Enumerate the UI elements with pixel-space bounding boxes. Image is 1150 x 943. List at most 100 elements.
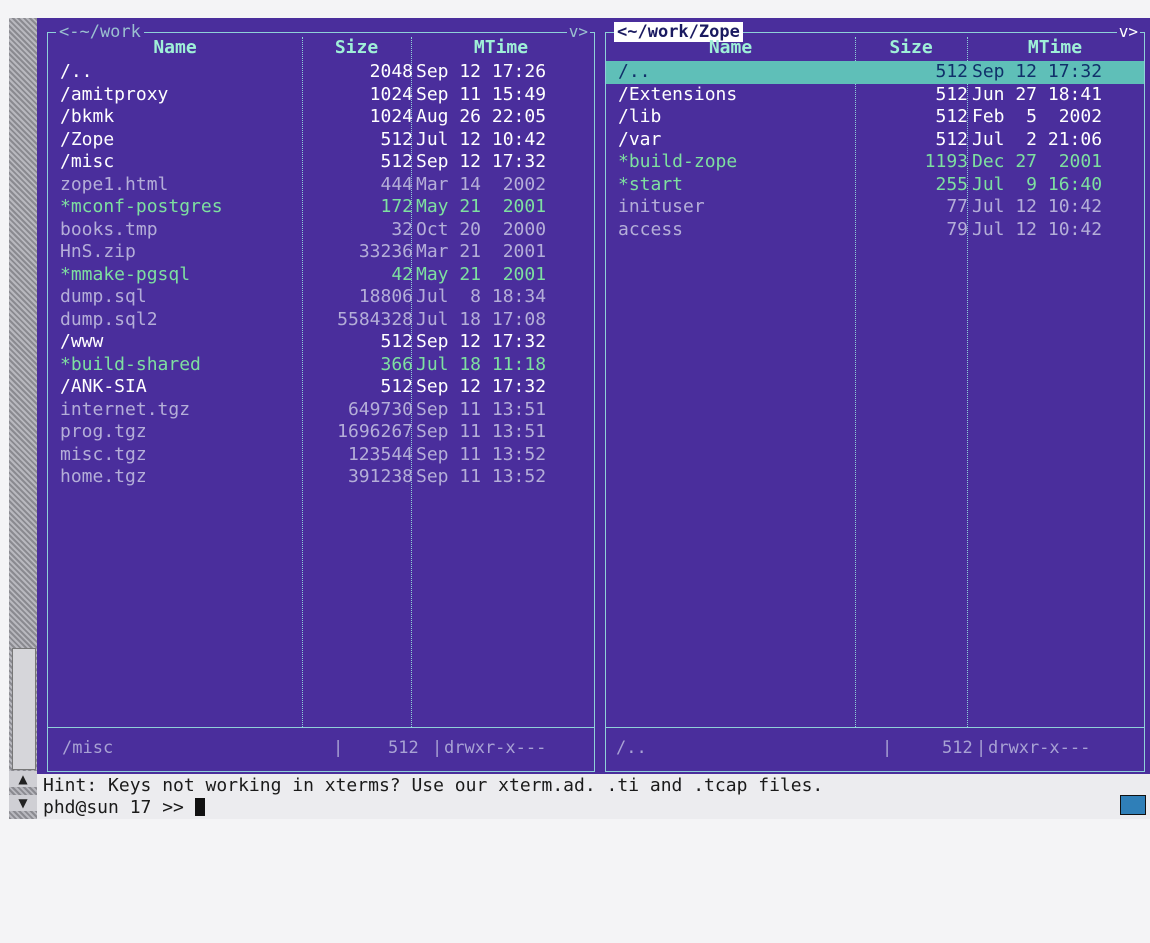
file-name: /.. [60,61,93,82]
file-name: *mmake-pgsql [60,263,191,285]
file-size: 32 [391,218,413,240]
file-row[interactable]: /misc 512 Sep 12 17:32 [48,151,594,174]
file-row[interactable]: internet.tgz 649730 Sep 11 13:51 [48,399,594,422]
status-permissions: drwxr-x--- [988,738,1091,758]
file-size: 18806 [358,286,413,307]
shell-prompt[interactable]: phd@sun 17 >> [43,797,205,819]
file-mtime: Sep 11 15:49 [416,83,547,105]
file-size: 1024 [369,106,413,127]
file-name: internet.tgz [60,398,191,420]
file-row[interactable]: dump.sql 18806 Jul 8 18:34 [48,286,594,309]
file-size: 172 [380,196,413,217]
file-mtime: Sep 11 13:51 [416,398,547,420]
file-row[interactable]: /Zope 512 Jul 12 10:42 [48,129,594,152]
file-name: zope1.html [60,173,169,195]
file-row[interactable]: /.. 2048 Sep 12 17:26 [48,61,594,84]
prompt-text: phd@sun 17 >> [43,797,195,818]
status-sep-bar: | [882,738,893,758]
file-size: 2048 [369,61,413,82]
file-mtime: Jul 12 10:42 [416,128,547,150]
file-mtime: Sep 12 17:26 [416,61,547,82]
file-row[interactable]: HnS.zip 33236 Mar 21 2001 [48,241,594,264]
file-name: dump.sql [60,286,147,307]
terminal-corner-icon[interactable] [1120,795,1146,815]
file-mtime: Dec 27 2001 [972,151,1103,172]
file-size: 77 [946,196,968,217]
file-row[interactable]: *build-zope 1193 Dec 27 2001 [606,151,1144,174]
mtime-column-header[interactable]: MTime [411,37,591,59]
size-column-header[interactable]: Size [855,37,967,59]
file-row[interactable]: home.tgz 391238 Sep 11 13:52 [48,466,594,489]
file-mtime: Feb 5 2002 [972,106,1103,127]
status-permissions: drwxr-x--- [444,738,547,758]
file-row[interactable]: zope1.html 444 Mar 14 2002 [48,174,594,197]
vertical-scrollbar[interactable] [9,18,37,819]
file-size: 1193 [924,151,968,172]
file-mtime: Sep 12 17:32 [416,331,547,352]
file-size: 512 [380,128,413,150]
file-name: /lib [618,106,662,127]
file-size: 649730 [347,398,413,420]
file-mtime: Jul 18 17:08 [416,308,547,330]
file-row[interactable]: inituser 77 Jul 12 10:42 [606,196,1144,219]
scroll-up-icon[interactable]: ▲ [9,771,37,787]
name-column-header[interactable]: Name [48,37,302,59]
file-mtime: Sep 11 13:52 [416,443,547,465]
file-mtime: Sep 11 13:52 [416,466,547,487]
file-row[interactable]: prog.tgz 1696267 Sep 11 13:51 [48,421,594,444]
file-row[interactable]: *build-shared 366 Jul 18 11:18 [48,354,594,377]
file-row[interactable]: /bkmk 1024 Aug 26 22:05 [48,106,594,129]
file-name: *mconf-postgres [60,196,223,217]
file-row[interactable]: /amitproxy 1024 Sep 11 15:49 [48,84,594,107]
file-row[interactable]: *start 255 Jul 9 16:40 [606,174,1144,197]
file-row[interactable]: *mconf-postgres 172 May 21 2001 [48,196,594,219]
file-row[interactable]: *mmake-pgsql 42 May 21 2001 [48,264,594,287]
file-row[interactable]: /Extensions 512 Jun 27 18:41 [606,84,1144,107]
file-size: 512 [935,106,968,127]
file-row[interactable]: dump.sql2 5584328 Jul 18 17:08 [48,309,594,332]
status-sep-bar: | [976,738,987,758]
file-mtime: Aug 26 22:05 [416,106,547,127]
left-file-panel[interactable]: <-~/work v> Name Size MTime /.. 2048 Sep 1… [47,22,595,772]
file-name: /Zope [60,128,115,150]
file-name: /bkmk [60,106,115,127]
file-row[interactable]: access 79 Jul 12 10:42 [606,219,1144,242]
file-size: 33236 [358,241,413,262]
file-row[interactable]: /.. 512 Sep 12 17:32 [606,61,1144,84]
file-name: *start [618,173,684,195]
file-mtime: Sep 12 17:32 [416,376,547,397]
file-mtime: Sep 12 17:32 [416,151,547,172]
size-column-header[interactable]: Size [302,37,411,59]
right-file-panel[interactable]: <~/work/Zope v> Name Size MTime /.. 512 Se… [605,22,1145,772]
file-name: books.tmp [60,218,158,240]
file-mtime: Sep 12 17:32 [972,61,1103,82]
scrollbar-thumb[interactable] [12,648,36,770]
file-mtime: Jul 9 16:40 [972,173,1103,195]
scroll-down-icon[interactable]: ▼ [9,795,37,811]
file-mtime: Oct 20 2000 [416,218,547,240]
file-size: 391238 [347,466,413,487]
file-mtime: Jul 8 18:34 [416,286,547,307]
file-size: 512 [935,61,968,82]
status-divider [48,727,594,728]
file-row[interactable]: /www 512 Sep 12 17:32 [48,331,594,354]
file-mtime: Jun 27 18:41 [972,83,1103,105]
file-row[interactable]: /lib 512 Feb 5 2002 [606,106,1144,129]
file-row[interactable]: misc.tgz 123544 Sep 11 13:52 [48,444,594,467]
file-size: 79 [946,218,968,240]
terminal-window[interactable]: <-~/work v> Name Size MTime /.. 2048 Sep 1… [37,18,1150,819]
name-column-header[interactable]: Name [606,37,855,59]
file-size: 255 [935,173,968,195]
file-size: 512 [935,128,968,150]
file-size: 444 [380,173,413,195]
file-row[interactable]: /var 512 Jul 2 21:06 [606,129,1144,152]
command-area[interactable]: Hint: Keys not working in xterms? Use ou… [37,774,1150,819]
file-mtime: Mar 21 2001 [416,241,547,262]
file-row[interactable]: books.tmp 32 Oct 20 2000 [48,219,594,242]
file-size: 512 [935,83,968,105]
file-size: 1696267 [337,421,413,442]
file-name: dump.sql2 [60,308,158,330]
file-row[interactable]: /ANK-SIA 512 Sep 12 17:32 [48,376,594,399]
file-mtime: Jul 12 10:42 [972,196,1103,217]
mtime-column-header[interactable]: MTime [967,37,1143,59]
